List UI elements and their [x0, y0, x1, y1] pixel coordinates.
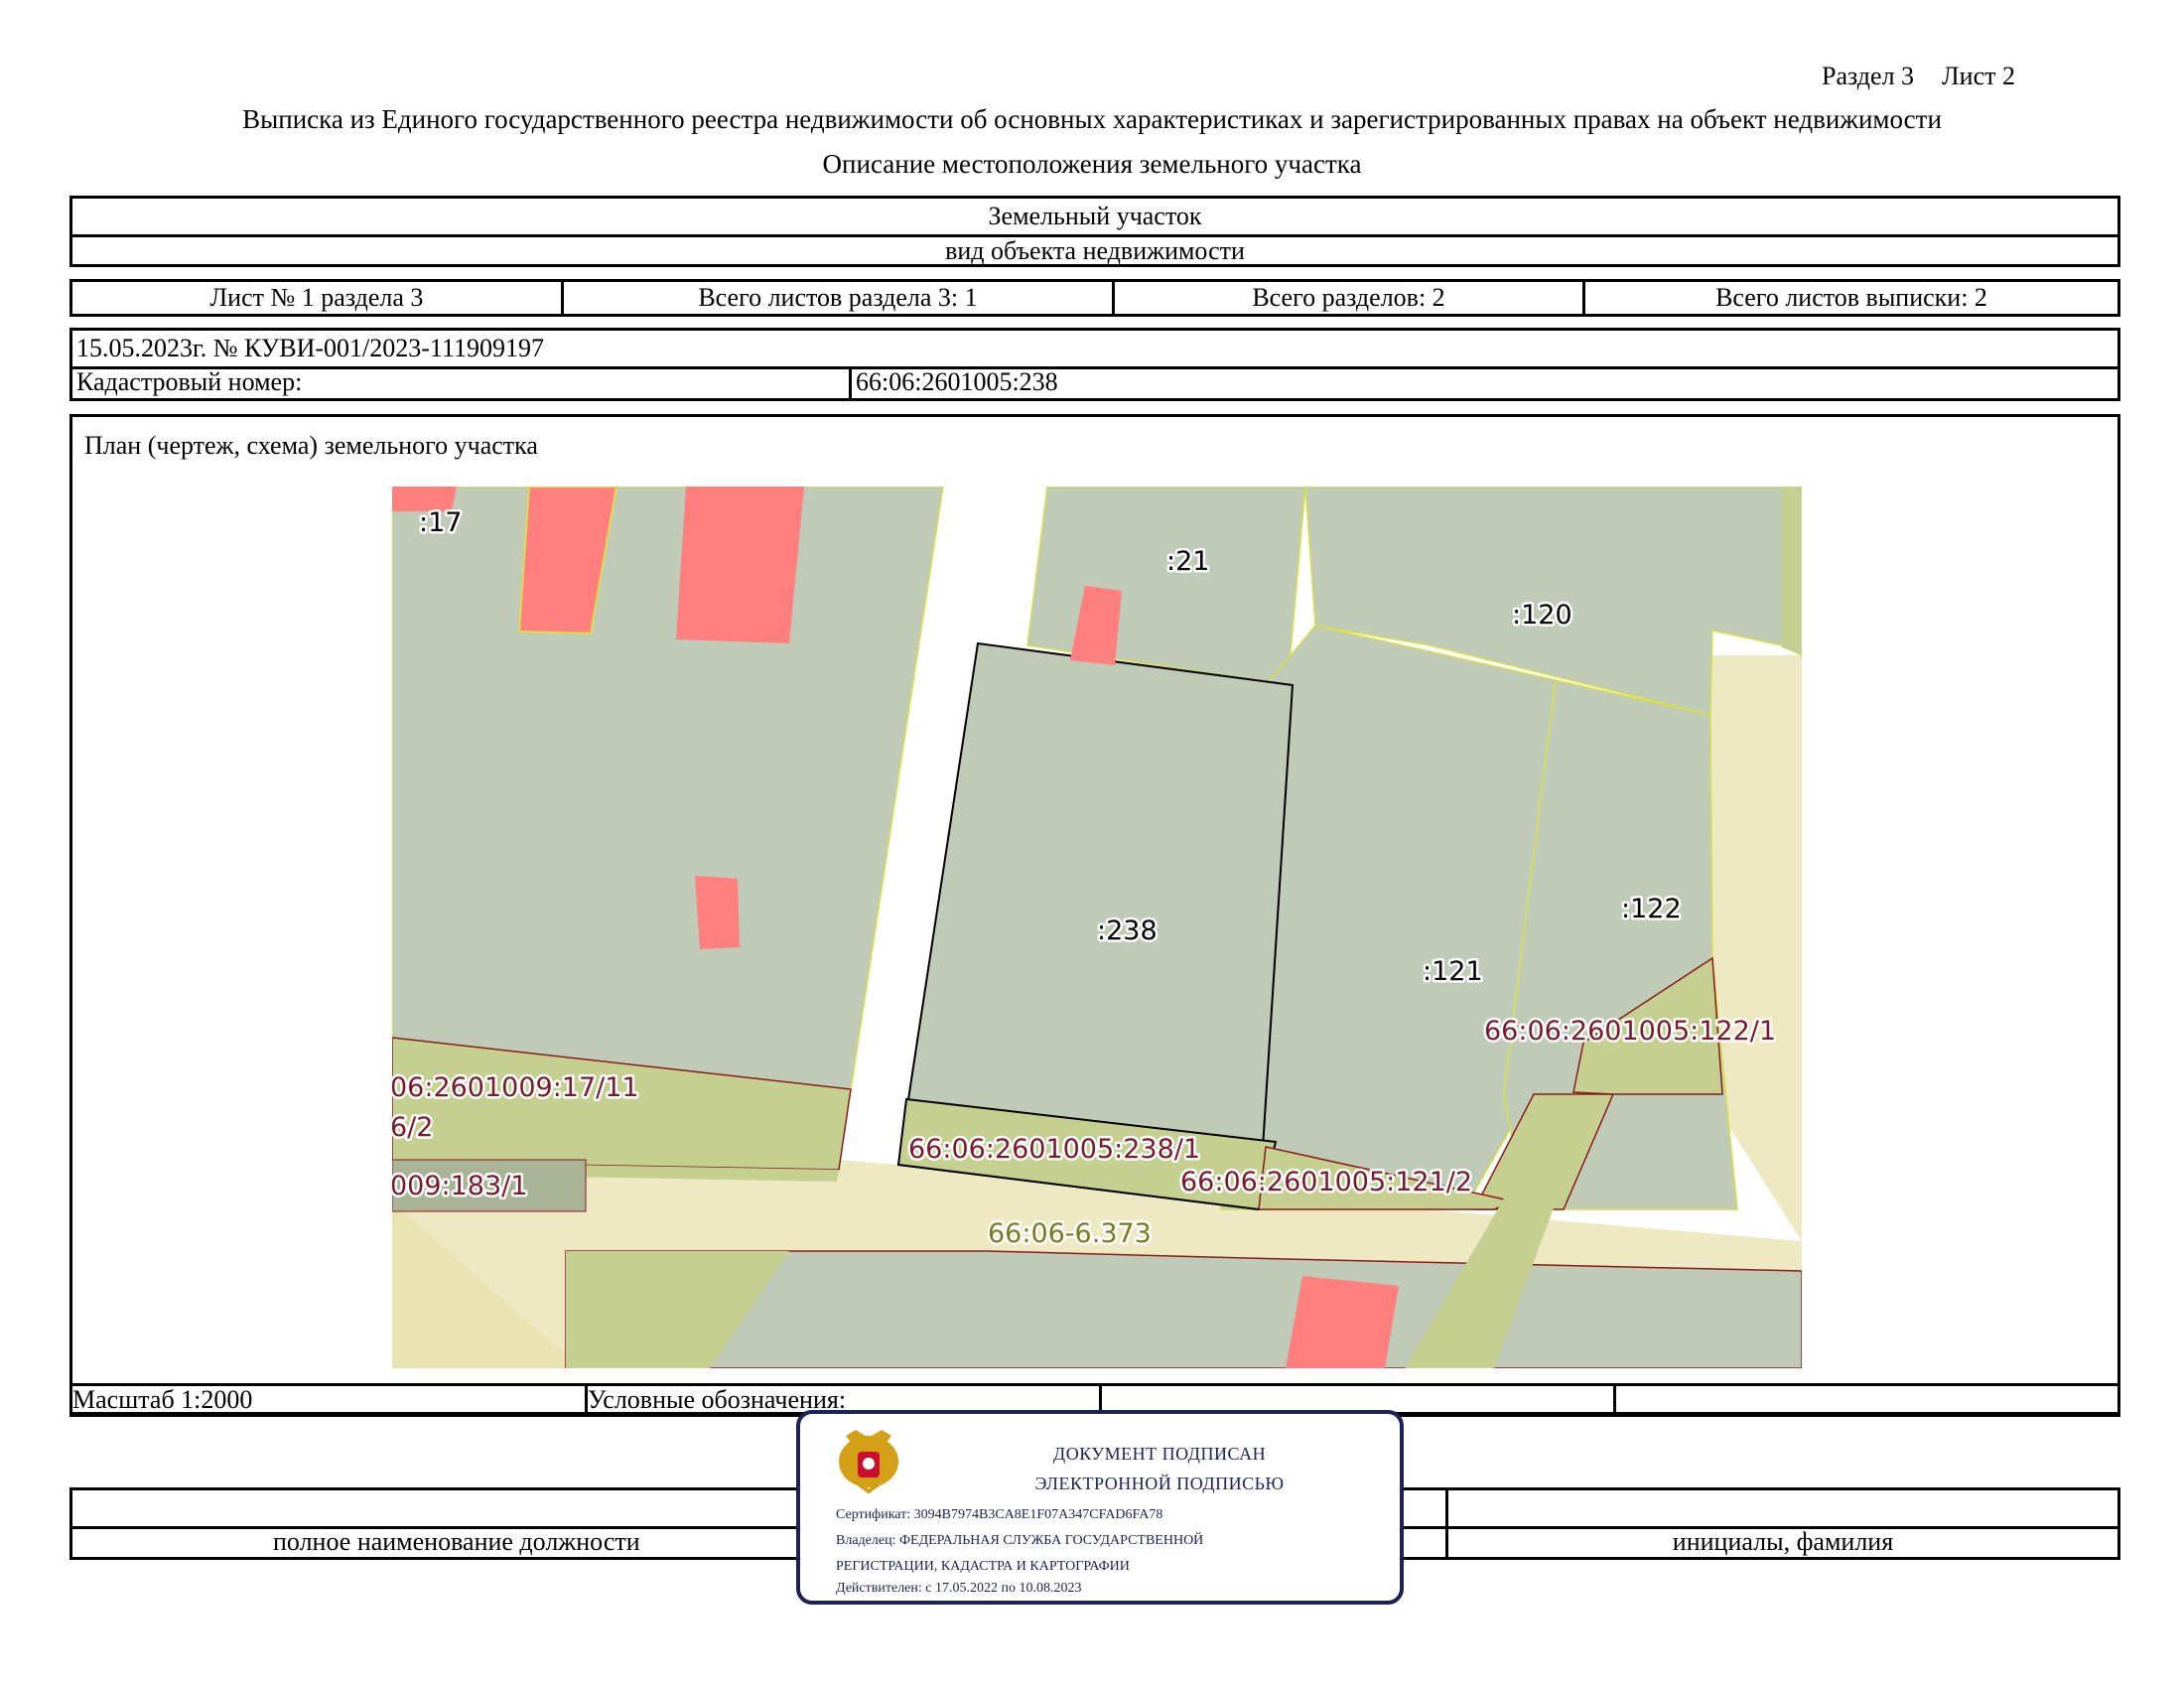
label-z238-1: 66:06:2601005:238/1: [908, 1134, 1200, 1165]
object-type-box: Земельный участок вид объекта недвижимос…: [69, 196, 2120, 267]
label-p120: :120: [1512, 600, 1572, 631]
cadastral-value: 66:06:2601005:238: [849, 366, 2117, 398]
building: [676, 487, 804, 643]
label-z121-2: 66:06:2601005:121/2: [1180, 1167, 1472, 1197]
document-title: Выписка из Единого государственного реес…: [242, 104, 1942, 134]
signature-cell: [1445, 1490, 2117, 1526]
stamp-owner: Владелец: ФЕДЕРАЛЬНАЯ СЛУЖБА ГОСУДАРСТВЕ…: [836, 1533, 1204, 1548]
sheet-no: Лист № 1 раздела 3: [209, 283, 424, 312]
cadastral-label: Кадастровый номер:: [76, 367, 303, 396]
map-svg: :17 :21 :120 :238 :121 :122 66:06:260100…: [392, 487, 1802, 1368]
label-z122-1: 66:06:2601005:122/1: [1484, 1016, 1776, 1047]
label-p122: :122: [1621, 894, 1682, 924]
sheet-number: Лист 2: [1942, 62, 2015, 90]
document-subtitle: Описание местоположения земельного участ…: [822, 149, 1362, 179]
record-date-number: 15.05.2023г. № КУВИ-001/2023-111909197: [72, 331, 2117, 369]
label-p238: :238: [1097, 915, 1158, 946]
sheet-info-row: Лист № 1 раздела 3 Всего листов раздела …: [69, 279, 2120, 317]
label-p17: :17: [419, 507, 462, 538]
label-p121: :121: [1423, 956, 1483, 987]
section-number: Раздел 3: [1822, 62, 1915, 90]
stamp-owner2: РЕГИСТРАЦИИ, КАДАСТРА И КАРТОГРАФИИ: [836, 1559, 1130, 1574]
total-sections: Всего разделов: 2: [1112, 282, 1582, 314]
building: [695, 876, 740, 949]
label-z17-11: 06:2601009:17/11: [392, 1072, 639, 1103]
object-kind-label: вид объекта недвижимости: [945, 235, 1245, 265]
cadastral-map: :17 :21 :120 :238 :121 :122 66:06:260100…: [392, 487, 1802, 1368]
stamp-valid: Действителен: с 17.05.2022 по 10.08.2023: [836, 1581, 1082, 1596]
parcel-120-edge: [1782, 487, 1802, 655]
name-label: инициалы, фамилия: [1445, 1526, 2117, 1557]
e-signature-stamp: ДОКУМЕНТ ПОДПИСАН ЭЛЕКТРОННОЙ ПОДПИСЬЮ С…: [796, 1410, 1404, 1605]
sheet-info-cells: Лист № 1 раздела 3 Всего листов раздела …: [72, 282, 2117, 314]
total-section-sheets: Всего листов раздела 3: 1: [561, 282, 1112, 314]
stamp-certificate: Сертификат: 3094B7974B3CA8E1F07A347CFAD6…: [836, 1507, 1163, 1522]
cadastral-row: Кадастровый номер: 66:06:2601005:238: [72, 366, 2117, 398]
legend-cell-empty: [1613, 1386, 2117, 1414]
stamp-line1: ДОКУМЕНТ ПОДПИСАН: [1052, 1444, 1267, 1464]
label-z183-1: 009:183/1: [392, 1171, 527, 1201]
plan-title: План (чертеж, схема) земельного участка: [84, 431, 538, 460]
parcel-17: [392, 487, 944, 1091]
sheet-indicator: Раздел 3 Лист 2: [1794, 62, 2015, 91]
label-z6-2: 6/2: [392, 1112, 433, 1143]
label-zone: 66:06-6.373: [988, 1218, 1152, 1249]
label-p21: :21: [1166, 546, 1209, 577]
stamp-line2: ЭЛЕКТРОННОЙ ПОДПИСЬЮ: [1034, 1474, 1285, 1493]
scale: Масштаб 1:2000: [72, 1385, 253, 1414]
record-box: 15.05.2023г. № КУВИ-001/2023-111909197 К…: [69, 328, 2120, 401]
total-extract-sheets: Всего листов выписки: 2: [1582, 282, 2117, 314]
object-name: Земельный участок: [72, 199, 2117, 237]
building: [1286, 1276, 1399, 1368]
